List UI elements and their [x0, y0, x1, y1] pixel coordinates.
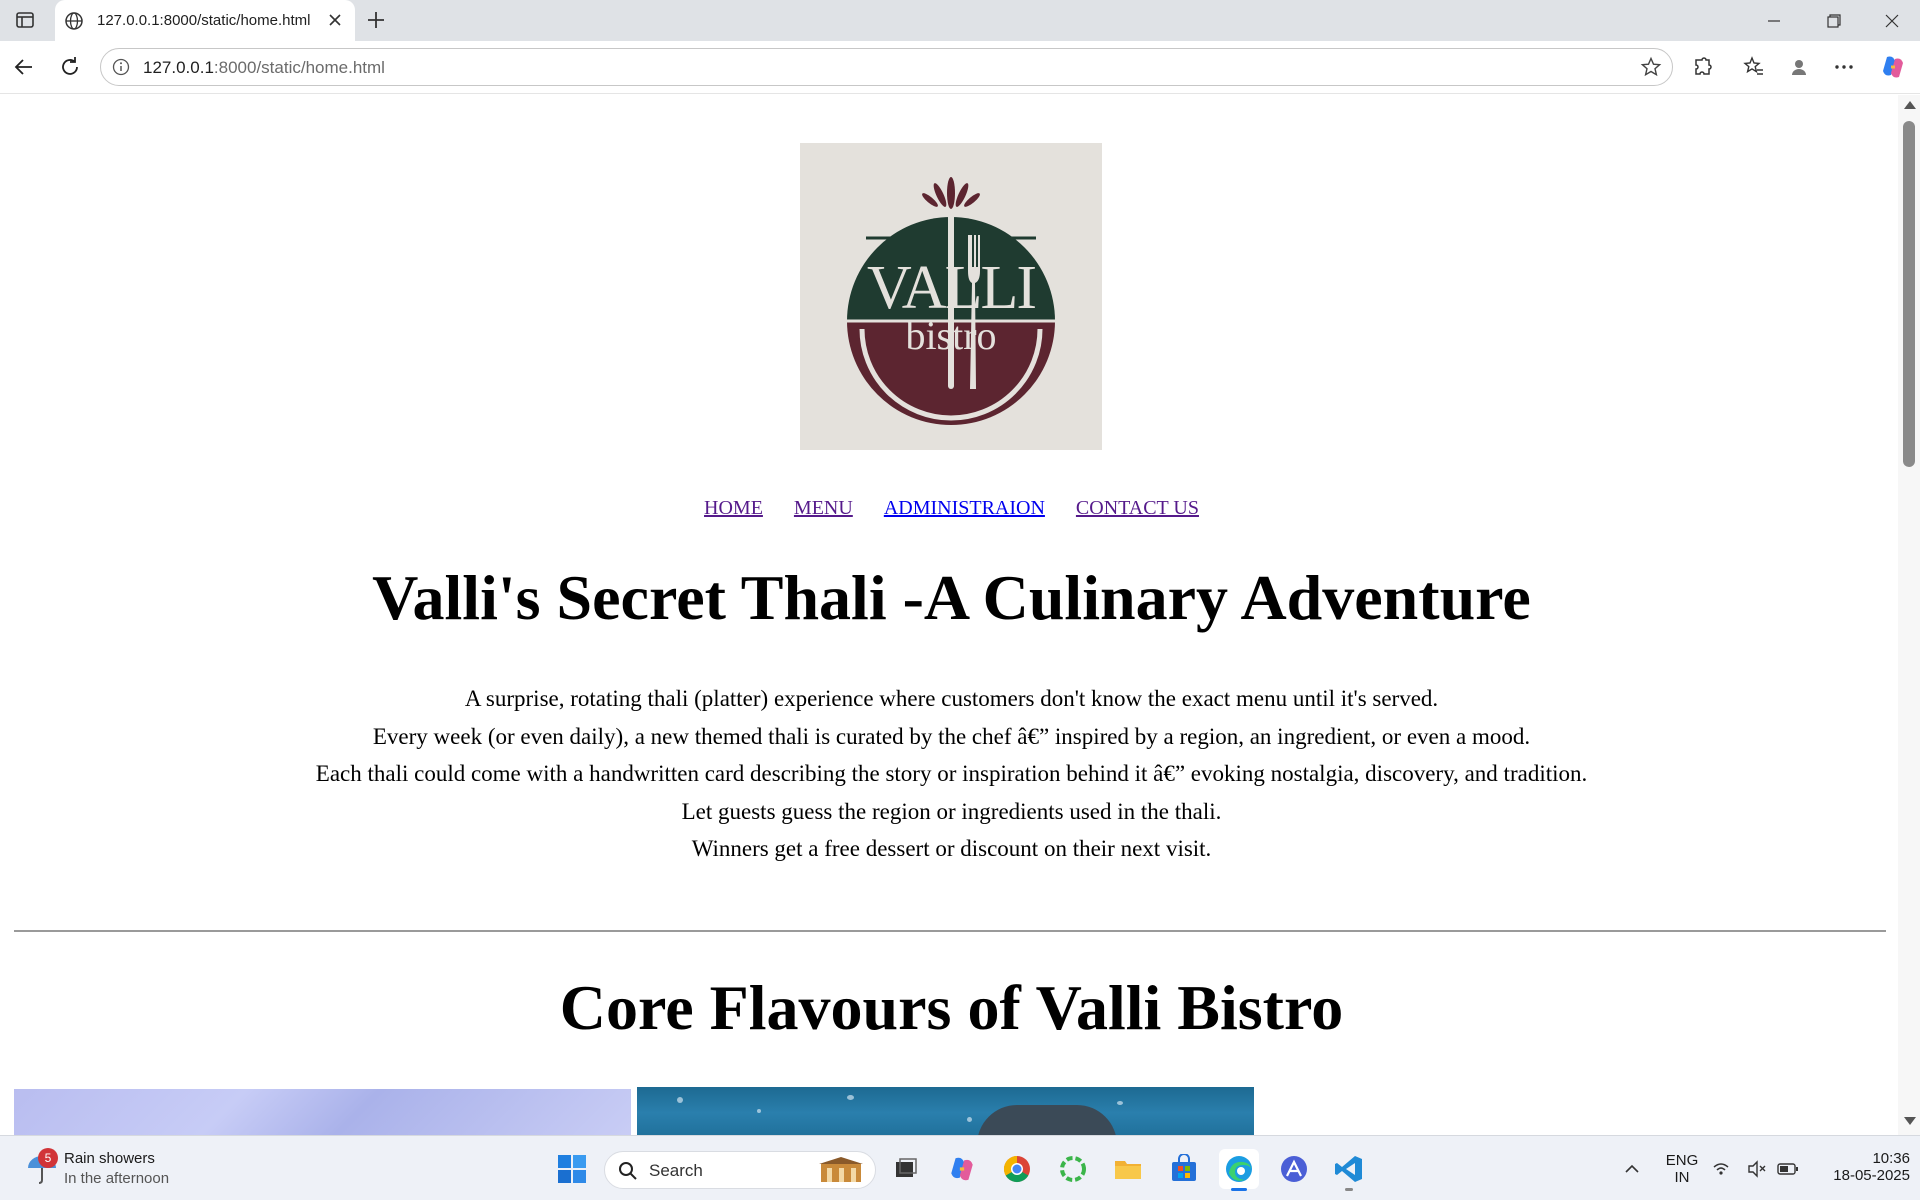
windows-taskbar: 5 Rain showers In the afternoon Search E…: [0, 1135, 1920, 1200]
url-text: 127.0.0.1:8000/static/home.html: [143, 58, 385, 78]
description-line: Winners get a free dessert or discount o…: [691, 836, 1212, 861]
scroll-thumb[interactable]: [1903, 121, 1915, 467]
copilot-app-icon[interactable]: [942, 1149, 982, 1189]
dish-image-1: [14, 1089, 631, 1135]
start-menu-icon[interactable]: [552, 1149, 592, 1189]
clock-date: 18-05-2025: [1833, 1167, 1910, 1184]
nav-link-menu[interactable]: MENU: [794, 497, 853, 519]
profile-icon[interactable]: [1785, 53, 1813, 81]
favorite-star-icon[interactable]: [1640, 56, 1662, 78]
weather-title: Rain showers: [64, 1150, 155, 1167]
search-highlight-icon: [819, 1157, 863, 1182]
weather-alert-badge: 5: [38, 1148, 58, 1168]
nav-link-home[interactable]: HOME: [704, 497, 763, 519]
clock[interactable]: 10:36 18-05-2025: [1810, 1150, 1910, 1184]
region-code: IN: [1674, 1169, 1690, 1186]
back-arrow-icon[interactable]: [10, 53, 38, 81]
new-tab-icon[interactable]: [364, 8, 388, 32]
url-host: 127.0.0.1: [143, 58, 214, 77]
info-icon[interactable]: [111, 57, 131, 77]
page-scrollbar[interactable]: [1898, 95, 1920, 1135]
more-options-icon[interactable]: [1830, 53, 1858, 81]
clock-time: 10:36: [1872, 1150, 1910, 1167]
file-explorer-icon[interactable]: [1108, 1149, 1148, 1189]
search-icon: [619, 1162, 637, 1180]
language-indicator[interactable]: ENG IN: [1662, 1152, 1702, 1186]
minimize-icon[interactable]: [1746, 0, 1802, 41]
microsoft-store-icon[interactable]: [1164, 1149, 1204, 1189]
address-toolbar: 127.0.0.1:8000/static/home.html: [0, 41, 1920, 94]
tab-title: 127.0.0.1:8000/static/home.html: [97, 12, 311, 29]
close-tab-icon[interactable]: [325, 10, 345, 30]
tab-actions-icon[interactable]: [14, 9, 36, 31]
favorites-icon[interactable]: [1740, 53, 1768, 81]
close-window-icon[interactable]: [1864, 0, 1920, 41]
valli-bistro-logo: VALLI bistro: [800, 143, 1102, 450]
circular-app-icon[interactable]: [1053, 1149, 1093, 1189]
restore-icon[interactable]: [1806, 0, 1862, 41]
browser-tab[interactable]: 127.0.0.1:8000/static/home.html: [55, 0, 355, 41]
copilot-icon[interactable]: [1879, 53, 1907, 81]
dish-image-2: [637, 1087, 1254, 1135]
description-line: Each thali could come with a handwritten…: [315, 761, 1588, 786]
language-code: ENG: [1665, 1152, 1699, 1169]
weather-widget[interactable]: 5 Rain showers In the afternoon: [24, 1148, 169, 1191]
extensions-icon[interactable]: [1689, 53, 1717, 81]
battery-icon[interactable]: [1775, 1149, 1801, 1189]
chevron-up-icon[interactable]: [1612, 1149, 1652, 1189]
description-line: Let guests guess the region or ingredien…: [681, 798, 1222, 824]
search-label: Search: [649, 1161, 703, 1180]
url-path: :8000/static/home.html: [213, 58, 385, 77]
title-bar: 127.0.0.1:8000/static/home.html: [0, 0, 1920, 41]
shared-app-icon[interactable]: [1274, 1149, 1314, 1189]
divider: [14, 930, 1886, 932]
task-view-icon[interactable]: [886, 1149, 926, 1189]
nav-link-administration[interactable]: ADMINISTRAION: [884, 497, 1045, 519]
scroll-down-arrow-icon[interactable]: [1904, 1117, 1916, 1125]
description-block: A surprise, rotating thali (platter) exp…: [5, 680, 1898, 868]
chrome-icon[interactable]: [997, 1149, 1037, 1189]
refresh-icon[interactable]: [56, 53, 84, 81]
address-bar[interactable]: 127.0.0.1:8000/static/home.html: [100, 48, 1673, 86]
section-title: Core Flavours of Valli Bistro: [559, 972, 1344, 1043]
wifi-icon[interactable]: [1708, 1149, 1734, 1189]
scroll-up-arrow-icon[interactable]: [1904, 101, 1916, 109]
speaker-muted-icon[interactable]: [1744, 1149, 1770, 1189]
page-headline: Valli's Secret Thali -A Culinary Adventu…: [372, 562, 1531, 633]
description-line: Every week (or even daily), a new themed…: [372, 723, 1531, 749]
weather-subtitle: In the afternoon: [64, 1170, 170, 1187]
nav-link-contact-us[interactable]: CONTACT US: [1076, 497, 1199, 519]
globe-icon: [63, 10, 85, 32]
taskbar-search[interactable]: Search: [604, 1151, 876, 1189]
edge-browser-icon[interactable]: [1219, 1149, 1259, 1191]
page-viewport: VALLI bistro HOME MENU ADMINISTRAION CON…: [5, 95, 1898, 1135]
site-navigation: HOME MENU ADMINISTRAION CONTACT US: [5, 497, 1898, 520]
description-line: A surprise, rotating thali (platter) exp…: [464, 686, 1439, 711]
vscode-icon[interactable]: [1329, 1149, 1369, 1191]
